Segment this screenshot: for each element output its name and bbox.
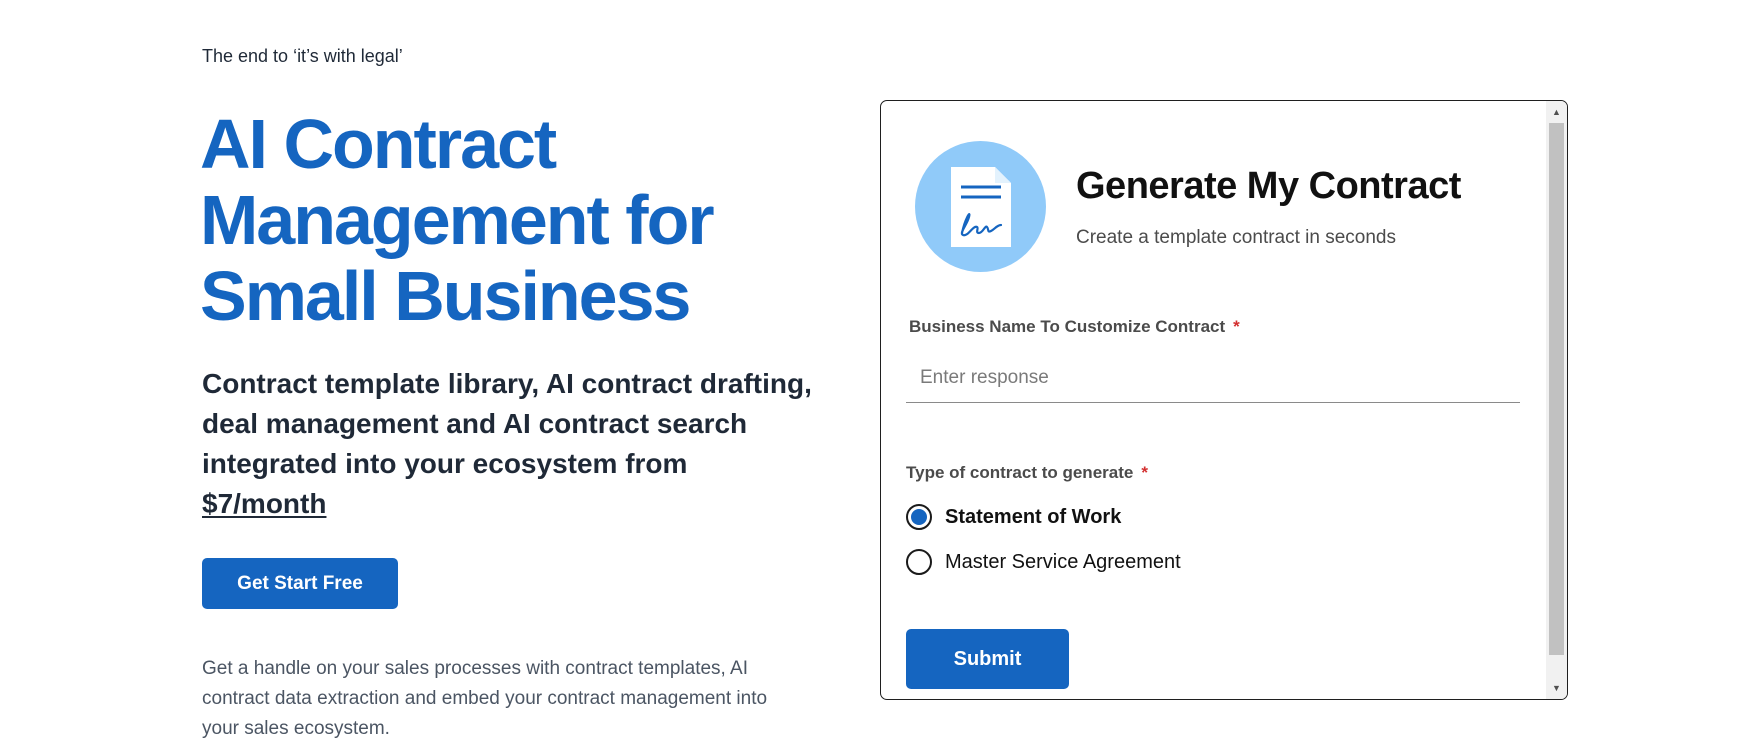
radio-option-statement-of-work[interactable]: Statement of Work	[906, 502, 1121, 532]
pricing-link[interactable]: $7/month	[202, 488, 326, 519]
hero-subheading: Contract template library, AI contract d…	[202, 364, 842, 524]
description-line: contract data extraction and embed your …	[202, 688, 768, 709]
document-signature-icon	[915, 141, 1046, 272]
description-line: Get a handle on your sales processes wit…	[202, 658, 749, 679]
subheading-line: $7/month	[202, 484, 842, 524]
contract-generator-form: Generate My Contract Create a template c…	[880, 100, 1568, 700]
required-marker: *	[1233, 317, 1240, 336]
scroll-up-arrow-icon[interactable]: ▲	[1546, 103, 1567, 121]
form-scrollbar[interactable]: ▲ ▼	[1546, 101, 1567, 699]
subheading-line: integrated into your ecosystem from	[202, 448, 688, 479]
radio-button[interactable]	[906, 549, 932, 575]
contract-type-label-text: Type of contract to generate	[906, 463, 1134, 482]
submit-button[interactable]: Submit	[906, 629, 1069, 689]
hero-title-line: AI Contract	[200, 105, 557, 183]
subheading-line: Contract template library, AI contract d…	[202, 368, 812, 399]
hero-description: Get a handle on your sales processes wit…	[202, 654, 842, 744]
form-subtitle: Create a template contract in seconds	[1076, 227, 1397, 248]
description-line: your sales ecosystem.	[202, 718, 390, 739]
form-title: Generate My Contract	[1076, 165, 1461, 207]
radio-option-master-service-agreement[interactable]: Master Service Agreement	[906, 547, 1181, 577]
required-marker: *	[1141, 463, 1148, 482]
business-name-input[interactable]	[906, 353, 1520, 403]
hero-title-line: Small Business	[200, 257, 691, 335]
scroll-down-arrow-icon[interactable]: ▼	[1546, 679, 1567, 697]
subheading-line: deal management and AI contract search	[202, 408, 748, 439]
business-name-label: Business Name To Customize Contract *	[909, 317, 1240, 337]
radio-button-selected[interactable]	[906, 504, 932, 530]
radio-option-label: Master Service Agreement	[945, 550, 1181, 573]
radio-option-label: Statement of Work	[945, 505, 1122, 528]
get-start-free-button[interactable]: Get Start Free	[202, 558, 398, 609]
hero-title-line: Management for	[200, 181, 715, 259]
document-icon-graphic	[951, 167, 1011, 247]
scrollbar-thumb[interactable]	[1549, 123, 1564, 655]
hero-title: AI Contract Management for Small Busines…	[200, 106, 840, 334]
business-name-label-text: Business Name To Customize Contract	[909, 317, 1226, 336]
eyebrow-text: The end to ‘it’s with legal’	[202, 46, 403, 66]
contract-type-label: Type of contract to generate *	[906, 463, 1148, 483]
